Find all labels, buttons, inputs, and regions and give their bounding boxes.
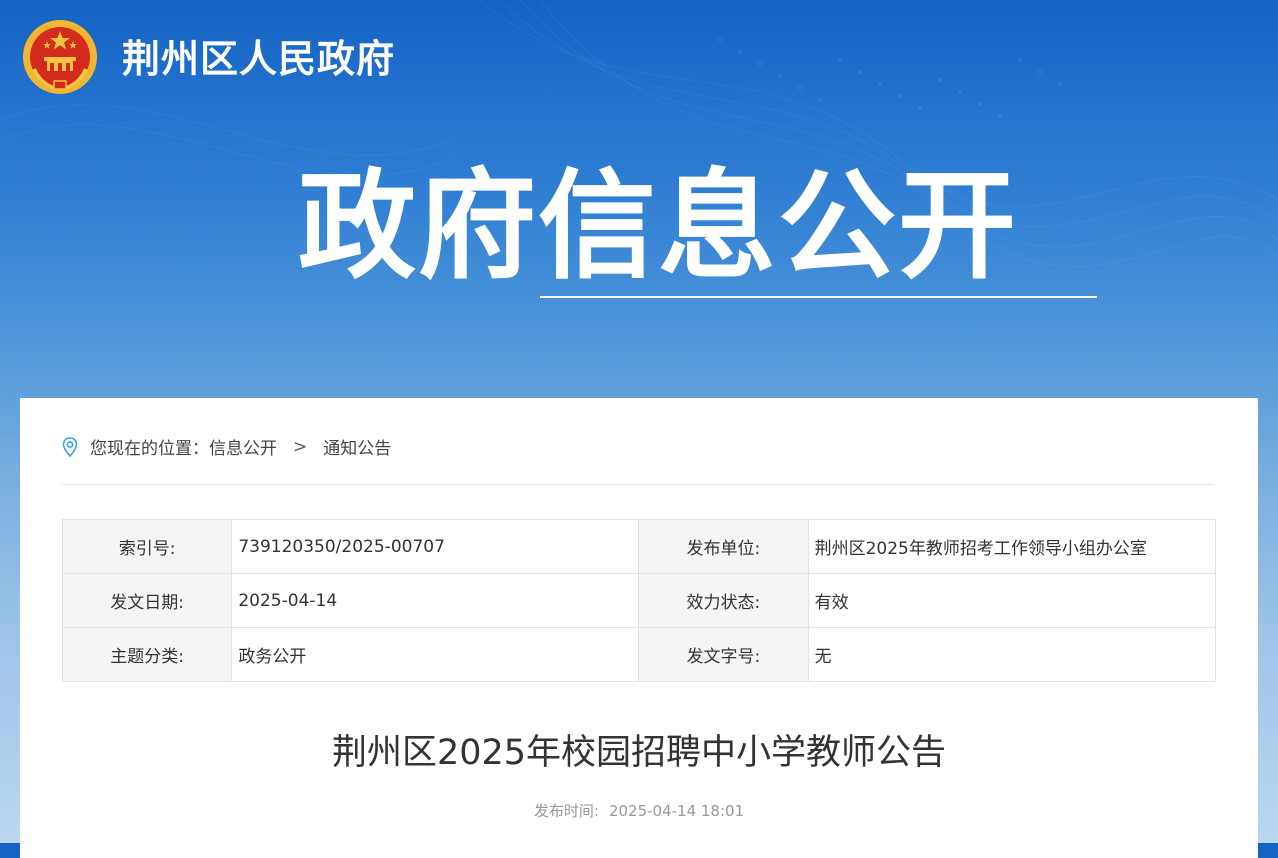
meta-label-index-number: 索引号:: [61, 519, 233, 574]
meta-value-publisher: 荆州区2025年教师招考工作领导小组办公室: [807, 519, 1217, 574]
breadcrumb-item-notices[interactable]: 通知公告: [323, 434, 391, 459]
breadcrumb-divider: [62, 484, 1214, 485]
meta-value-issue-date: 2025-04-14: [231, 573, 640, 628]
document-meta-table: 索引号: 739120350/2025-00707 发布单位: 荆州区2025年…: [61, 519, 1217, 682]
content-card: 您现在的位置： 信息公开 > 通知公告 索引号: 739120350/2025-…: [20, 398, 1258, 858]
meta-value-document-number: 无: [807, 627, 1217, 682]
site-title[interactable]: 荆州区人民政府: [122, 28, 395, 83]
meta-label-validity: 效力状态:: [638, 573, 809, 628]
banner-underline: [540, 296, 1097, 298]
meta-value-index-number: 739120350/2025-00707: [231, 519, 640, 574]
meta-label-document-number: 发文字号:: [638, 627, 809, 682]
location-pin-icon: [62, 436, 78, 457]
publish-time-value: 2025-04-14 18:01: [608, 802, 745, 820]
meta-value-validity: 有效: [807, 573, 1217, 628]
publish-time: 发布时间: 2025-04-14 18:01: [20, 800, 1258, 821]
breadcrumb: 您现在的位置： 信息公开 > 通知公告: [62, 434, 391, 459]
banner-title: 政府信息公开: [298, 157, 1019, 295]
meta-label-publisher: 发布单位:: [638, 519, 809, 574]
meta-row: 发文日期: 2025-04-14 效力状态: 有效: [61, 573, 1217, 628]
meta-label-category: 主题分类:: [61, 627, 233, 682]
meta-row: 索引号: 739120350/2025-00707 发布单位: 荆州区2025年…: [61, 519, 1217, 574]
breadcrumb-prefix: 您现在的位置：: [90, 439, 209, 459]
national-emblem-icon[interactable]: [20, 17, 100, 97]
meta-value-category: 政务公开: [231, 627, 640, 682]
publish-time-label: 发布时间:: [533, 802, 599, 820]
meta-label-issue-date: 发文日期:: [61, 573, 233, 628]
site-header: 荆州区人民政府: [20, 14, 395, 100]
breadcrumb-item-info-disclosure[interactable]: 信息公开: [209, 434, 277, 459]
meta-row: 主题分类: 政务公开 发文字号: 无: [61, 627, 1217, 682]
breadcrumb-separator: >: [293, 436, 308, 457]
article-title: 荆州区2025年校园招聘中小学教师公告: [331, 733, 947, 773]
